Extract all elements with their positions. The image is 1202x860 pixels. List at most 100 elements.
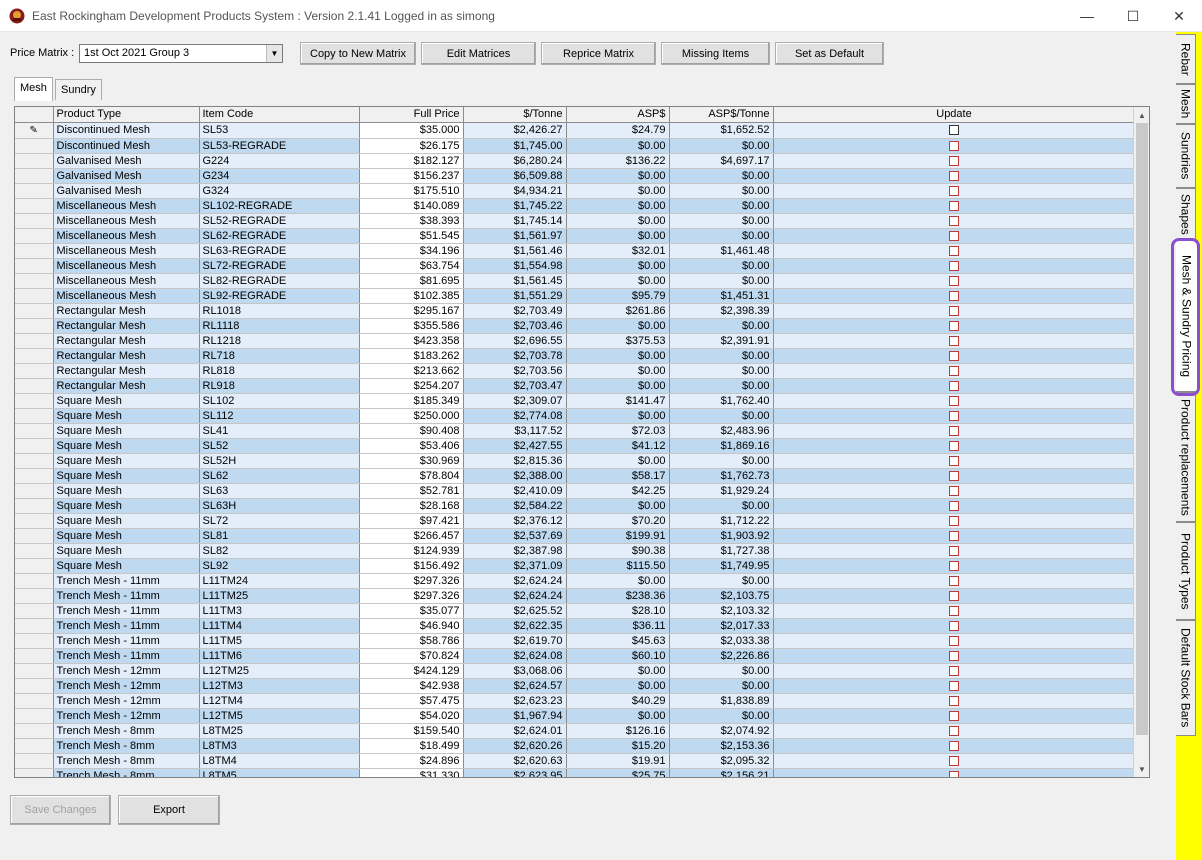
- cell-asp[interactable]: $15.20: [566, 738, 670, 754]
- cell-product-type[interactable]: Square Mesh: [53, 453, 200, 469]
- cell-asp[interactable]: $0.00: [566, 453, 670, 469]
- cell-product-type[interactable]: Trench Mesh - 12mm: [53, 663, 200, 679]
- cell-per-tonne[interactable]: $1,561.97: [463, 228, 567, 244]
- update-checkbox[interactable]: [949, 530, 959, 541]
- cell-item-code[interactable]: SL92: [199, 558, 360, 574]
- row-selector[interactable]: [15, 168, 54, 184]
- cell-product-type[interactable]: Square Mesh: [53, 423, 200, 439]
- cell-asp[interactable]: $60.10: [566, 648, 670, 664]
- cell-item-code[interactable]: SL63: [199, 483, 360, 499]
- table-row[interactable]: ✎ Discontinued Mesh SL53 $35.000 $2,426.27 $2…: [15, 122, 1136, 139]
- cell-product-type[interactable]: Miscellaneous Mesh: [53, 288, 200, 304]
- row-selector[interactable]: [15, 183, 54, 199]
- table-row[interactable]: Miscellaneous Mesh SL102-REGRADE $140.089 $…: [15, 198, 1136, 214]
- cell-asp[interactable]: $72.03: [566, 423, 670, 439]
- row-selector[interactable]: [15, 573, 54, 589]
- cell-product-type[interactable]: Square Mesh: [53, 408, 200, 424]
- cell-item-code[interactable]: RL718: [199, 348, 360, 364]
- cell-full-price[interactable]: $35.000: [359, 122, 464, 139]
- cell-full-price[interactable]: $57.475: [359, 693, 464, 709]
- cell-item-code[interactable]: G224: [199, 153, 360, 169]
- table-row[interactable]: Trench Mesh - 12mm L12TM25 $424.129 $3,068.…: [15, 663, 1136, 679]
- cell-item-code[interactable]: SL102-REGRADE: [199, 198, 360, 214]
- cell-asp[interactable]: $136.22: [566, 153, 670, 169]
- cell-asp[interactable]: $375.53: [566, 333, 670, 349]
- cell-item-code[interactable]: L11TM25: [199, 588, 360, 604]
- cell-per-tonne[interactable]: $2,371.09: [463, 558, 567, 574]
- save-changes-button[interactable]: Save Changes: [10, 795, 111, 825]
- cell-asp-per-tonne[interactable]: $2,153.36: [669, 738, 774, 754]
- cell-item-code[interactable]: SL82: [199, 543, 360, 559]
- table-row[interactable]: Square Mesh SL102 $185.349 $2,309.07 $141.47…: [15, 393, 1136, 409]
- update-checkbox[interactable]: [949, 260, 959, 271]
- cell-per-tonne[interactable]: $2,620.26: [463, 738, 567, 754]
- side-tab-rebar[interactable]: Rebar: [1176, 34, 1196, 84]
- cell-product-type[interactable]: Trench Mesh - 12mm: [53, 678, 200, 694]
- table-row[interactable]: Trench Mesh - 11mm L11TM6 $70.824 $2,624.08…: [15, 648, 1136, 664]
- update-checkbox[interactable]: [949, 605, 959, 616]
- table-row[interactable]: Galvanised Mesh G224 $182.127 $6,280.24 $136…: [15, 153, 1136, 169]
- cell-full-price[interactable]: $423.358: [359, 333, 464, 349]
- update-checkbox[interactable]: [949, 755, 959, 766]
- cell-per-tonne[interactable]: $2,309.07: [463, 393, 567, 409]
- cell-product-type[interactable]: Rectangular Mesh: [53, 333, 200, 349]
- row-selector[interactable]: [15, 378, 54, 394]
- cell-product-type[interactable]: Square Mesh: [53, 438, 200, 454]
- cell-per-tonne[interactable]: $3,068.06: [463, 663, 567, 679]
- cell-product-type[interactable]: Miscellaneous Mesh: [53, 213, 200, 229]
- cell-asp-per-tonne[interactable]: $0.00: [669, 213, 774, 229]
- cell-item-code[interactable]: L12TM4: [199, 693, 360, 709]
- cell-asp-per-tonne[interactable]: $0.00: [669, 228, 774, 244]
- cell-item-code[interactable]: G324: [199, 183, 360, 199]
- row-selector[interactable]: [15, 363, 54, 379]
- update-checkbox[interactable]: [949, 575, 959, 586]
- cell-asp[interactable]: $45.63: [566, 633, 670, 649]
- cell-product-type[interactable]: Galvanised Mesh: [53, 153, 200, 169]
- cell-asp-per-tonne[interactable]: $0.00: [669, 198, 774, 214]
- row-selector[interactable]: [15, 408, 54, 424]
- table-row[interactable]: Square Mesh SL63H $28.168 $2,584.22 $0.00 $0.…: [15, 498, 1136, 514]
- cell-product-type[interactable]: Trench Mesh - 8mm: [53, 753, 200, 769]
- update-checkbox[interactable]: [949, 455, 959, 466]
- cell-full-price[interactable]: $18.499: [359, 738, 464, 754]
- cell-asp[interactable]: $0.00: [566, 663, 670, 679]
- cell-per-tonne[interactable]: $2,388.00: [463, 468, 567, 484]
- cell-full-price[interactable]: $250.000: [359, 408, 464, 424]
- cell-asp[interactable]: $24.79: [566, 122, 670, 139]
- cell-asp-per-tonne[interactable]: $1,727.38: [669, 543, 774, 559]
- cell-asp[interactable]: $0.00: [566, 363, 670, 379]
- update-checkbox[interactable]: [949, 215, 959, 226]
- cell-asp[interactable]: $70.20: [566, 513, 670, 529]
- cell-asp[interactable]: $0.00: [566, 228, 670, 244]
- update-checkbox[interactable]: [949, 545, 959, 556]
- table-row[interactable]: Miscellaneous Mesh SL63-REGRADE $34.196 $1,…: [15, 243, 1136, 259]
- cell-item-code[interactable]: SL72-REGRADE: [199, 258, 360, 274]
- cell-asp[interactable]: $36.11: [566, 618, 670, 634]
- export-button[interactable]: Export: [118, 795, 220, 825]
- table-row[interactable]: Trench Mesh - 11mm L11TM3 $35.077 $2,625.52…: [15, 603, 1136, 619]
- column-header-item-code[interactable]: Item Code: [199, 107, 360, 123]
- cell-full-price[interactable]: $52.781: [359, 483, 464, 499]
- table-row[interactable]: Square Mesh SL52 $53.406 $2,427.55 $41.12 $1,…: [15, 438, 1136, 454]
- cell-full-price[interactable]: $78.804: [359, 468, 464, 484]
- row-selector[interactable]: [15, 423, 54, 439]
- side-tab-sundries[interactable]: Sundries: [1176, 124, 1196, 188]
- update-checkbox[interactable]: [949, 590, 959, 601]
- update-checkbox[interactable]: [949, 560, 959, 571]
- table-row[interactable]: Trench Mesh - 11mm L11TM25 $297.326 $2,624.…: [15, 588, 1136, 604]
- cell-asp[interactable]: $0.00: [566, 378, 670, 394]
- cell-asp-per-tonne[interactable]: $2,033.38: [669, 633, 774, 649]
- table-row[interactable]: Trench Mesh - 11mm L11TM24 $297.326 $2,624.…: [15, 573, 1136, 589]
- row-selector[interactable]: [15, 723, 54, 739]
- table-row[interactable]: Rectangular Mesh RL818 $213.662 $2,703.56 $0…: [15, 363, 1136, 379]
- cell-item-code[interactable]: SL53-REGRADE: [199, 138, 360, 154]
- cell-asp[interactable]: $0.00: [566, 708, 670, 724]
- cell-item-code[interactable]: L11TM6: [199, 648, 360, 664]
- row-selector[interactable]: [15, 273, 54, 289]
- table-row[interactable]: Trench Mesh - 12mm L12TM3 $42.938 $2,624.57…: [15, 678, 1136, 694]
- cell-full-price[interactable]: $182.127: [359, 153, 464, 169]
- row-selector[interactable]: [15, 468, 54, 484]
- cell-asp[interactable]: $0.00: [566, 213, 670, 229]
- cell-item-code[interactable]: RL818: [199, 363, 360, 379]
- scroll-up-icon[interactable]: ▲: [1134, 107, 1149, 123]
